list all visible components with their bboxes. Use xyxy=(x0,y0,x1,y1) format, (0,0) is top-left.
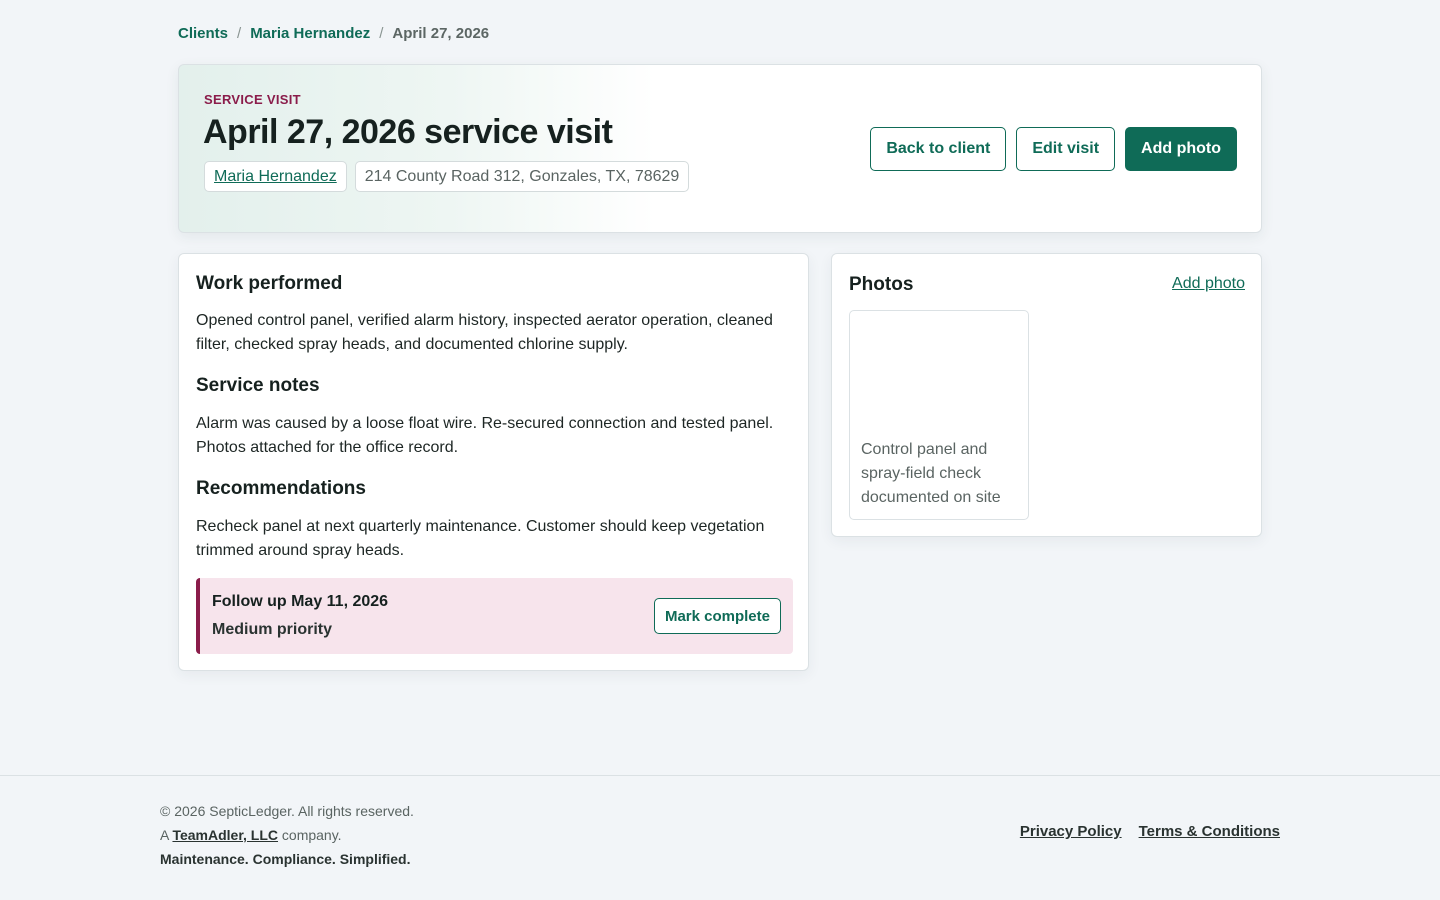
privacy-policy-link[interactable]: Privacy Policy xyxy=(1020,823,1122,840)
service-notes-heading: Service notes xyxy=(196,375,320,396)
recommendations-heading: Recommendations xyxy=(196,478,366,499)
visit-header-card: SERVICE VISIT April 27, 2026 service vis… xyxy=(178,64,1262,233)
photo-caption: Control panel and spray-field check docu… xyxy=(861,441,1001,506)
photos-card: Photos Add photo Control panel and spray… xyxy=(831,253,1262,537)
site-footer: © 2026 SepticLedger. All rights reserved… xyxy=(0,775,1440,900)
back-to-client-button[interactable]: Back to client xyxy=(870,127,1007,171)
footer-info: © 2026 SepticLedger. All rights reserved… xyxy=(160,799,414,871)
follow-up-date: Follow up May 11, 2026 xyxy=(212,593,389,610)
follow-up-priority: Medium priority xyxy=(212,621,333,638)
follow-up-callout: Follow up May 11, 2026 Medium priority M… xyxy=(196,578,793,654)
eyebrow-label: SERVICE VISIT xyxy=(204,92,301,107)
visit-meta-chips: Maria Hernandez 214 County Road 312, Gon… xyxy=(204,161,690,192)
photos-heading: Photos xyxy=(849,274,914,295)
footer-tagline: Maintenance. Compliance. Simplified. xyxy=(160,851,411,867)
terms-link[interactable]: Terms & Conditions xyxy=(1139,823,1280,840)
company-link[interactable]: TeamAdler, LLC xyxy=(172,827,278,843)
work-performed-text: Opened control panel, verified alarm his… xyxy=(196,312,773,353)
company-suffix: company. xyxy=(281,827,342,843)
add-photo-link[interactable]: Add photo xyxy=(1172,275,1245,293)
edit-visit-button[interactable]: Edit visit xyxy=(1016,127,1116,171)
client-chip: Maria Hernandez xyxy=(204,161,347,192)
client-name-link[interactable]: Maria Hernandez xyxy=(214,168,337,186)
add-photo-button[interactable]: Add photo xyxy=(1125,127,1237,171)
copyright-text: © 2026 SepticLedger. All rights reserved… xyxy=(160,803,414,819)
breadcrumb: Clients / Maria Hernandez / April 27, 20… xyxy=(178,25,489,42)
breadcrumb-separator: / xyxy=(237,25,242,42)
service-notes-text: Alarm was caused by a loose float wire. … xyxy=(196,415,774,456)
header-actions: Back to client Edit visit Add photo xyxy=(870,127,1237,171)
footer-links: Privacy Policy Terms & Conditions xyxy=(1020,823,1280,840)
company-line: A TeamAdler, LLC company. xyxy=(160,823,414,847)
work-performed-heading: Work performed xyxy=(196,273,343,294)
photo-thumbnail[interactable]: Control panel and spray-field check docu… xyxy=(849,310,1029,520)
visit-details-card: Work performed Opened control panel, ver… xyxy=(178,253,809,671)
address-chip: 214 County Road 312, Gonzales, TX, 78629 xyxy=(354,161,690,192)
breadcrumb-separator: / xyxy=(379,25,384,42)
page-title: April 27, 2026 service visit xyxy=(203,113,613,151)
breadcrumb-client-link[interactable]: Maria Hernandez xyxy=(250,25,370,42)
mark-complete-button[interactable]: Mark complete xyxy=(653,598,781,634)
breadcrumb-clients-link[interactable]: Clients xyxy=(178,25,228,42)
company-prefix: A xyxy=(160,827,169,843)
recommendations-text: Recheck panel at next quarterly maintena… xyxy=(196,518,765,559)
breadcrumb-current: April 27, 2026 xyxy=(392,25,490,42)
